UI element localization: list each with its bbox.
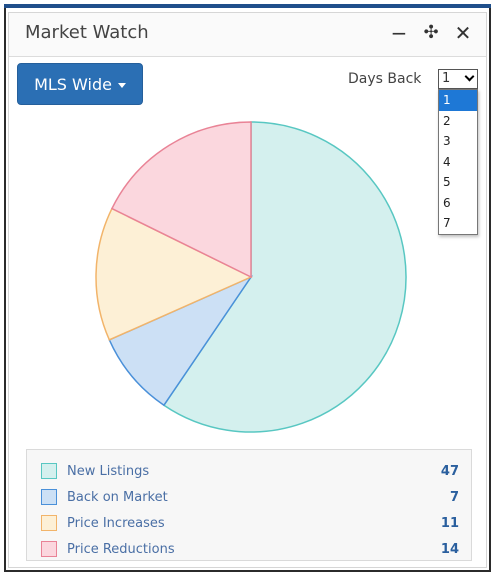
days-back-option[interactable]: 1: [439, 90, 477, 111]
pie-chart: [95, 121, 407, 433]
mls-wide-dropdown-button[interactable]: MLS Wide: [17, 63, 143, 105]
legend-swatch: [41, 515, 57, 531]
close-icon[interactable]: ✕: [451, 21, 475, 45]
legend-label: Price Reductions: [67, 541, 175, 557]
legend-value: 14: [440, 541, 459, 557]
days-back-select[interactable]: 1: [438, 69, 478, 89]
widget-title: Market Watch: [25, 22, 149, 43]
days-back-selected-value: 1: [442, 71, 451, 86]
legend-item[interactable]: Back on Market 7: [27, 484, 471, 510]
legend-item[interactable]: Price Increases 11: [27, 510, 471, 536]
legend-value: 11: [440, 515, 459, 531]
window-top-accent: [4, 4, 491, 8]
minimize-icon[interactable]: −: [387, 21, 411, 45]
legend-label: New Listings: [67, 463, 150, 479]
days-back-dropdown-list: 1234567: [438, 89, 478, 235]
legend-item[interactable]: Price Reductions 14: [27, 536, 471, 562]
caret-down-icon: [117, 82, 126, 88]
legend-swatch: [41, 463, 57, 479]
legend-swatch: [41, 541, 57, 557]
legend-swatch: [41, 489, 57, 505]
legend-value: 7: [449, 489, 459, 505]
legend-value: 47: [440, 463, 459, 479]
market-watch-widget: Market Watch − ✣ ✕ MLS Wide Days Back 1 …: [8, 12, 487, 568]
mls-wide-label: MLS Wide: [34, 74, 112, 94]
legend-label: Back on Market: [67, 489, 168, 505]
days-back-option[interactable]: 2: [439, 111, 477, 132]
days-back-option[interactable]: 3: [439, 131, 477, 152]
days-back-option[interactable]: 7: [439, 213, 477, 234]
days-back-option[interactable]: 6: [439, 193, 477, 214]
days-back-label: Days Back: [348, 71, 422, 87]
move-icon[interactable]: ✣: [419, 21, 443, 45]
chart-area: [9, 111, 486, 451]
legend-label: Price Increases: [67, 515, 165, 531]
legend-item[interactable]: New Listings 47: [27, 458, 471, 484]
days-back-option[interactable]: 5: [439, 172, 477, 193]
days-back-option[interactable]: 4: [439, 152, 477, 173]
widget-header: Market Watch − ✣ ✕: [9, 13, 486, 57]
chart-legend: New Listings 47 Back on Market 7 Price Incre…: [26, 449, 472, 561]
chevron-down-icon: [464, 71, 475, 82]
